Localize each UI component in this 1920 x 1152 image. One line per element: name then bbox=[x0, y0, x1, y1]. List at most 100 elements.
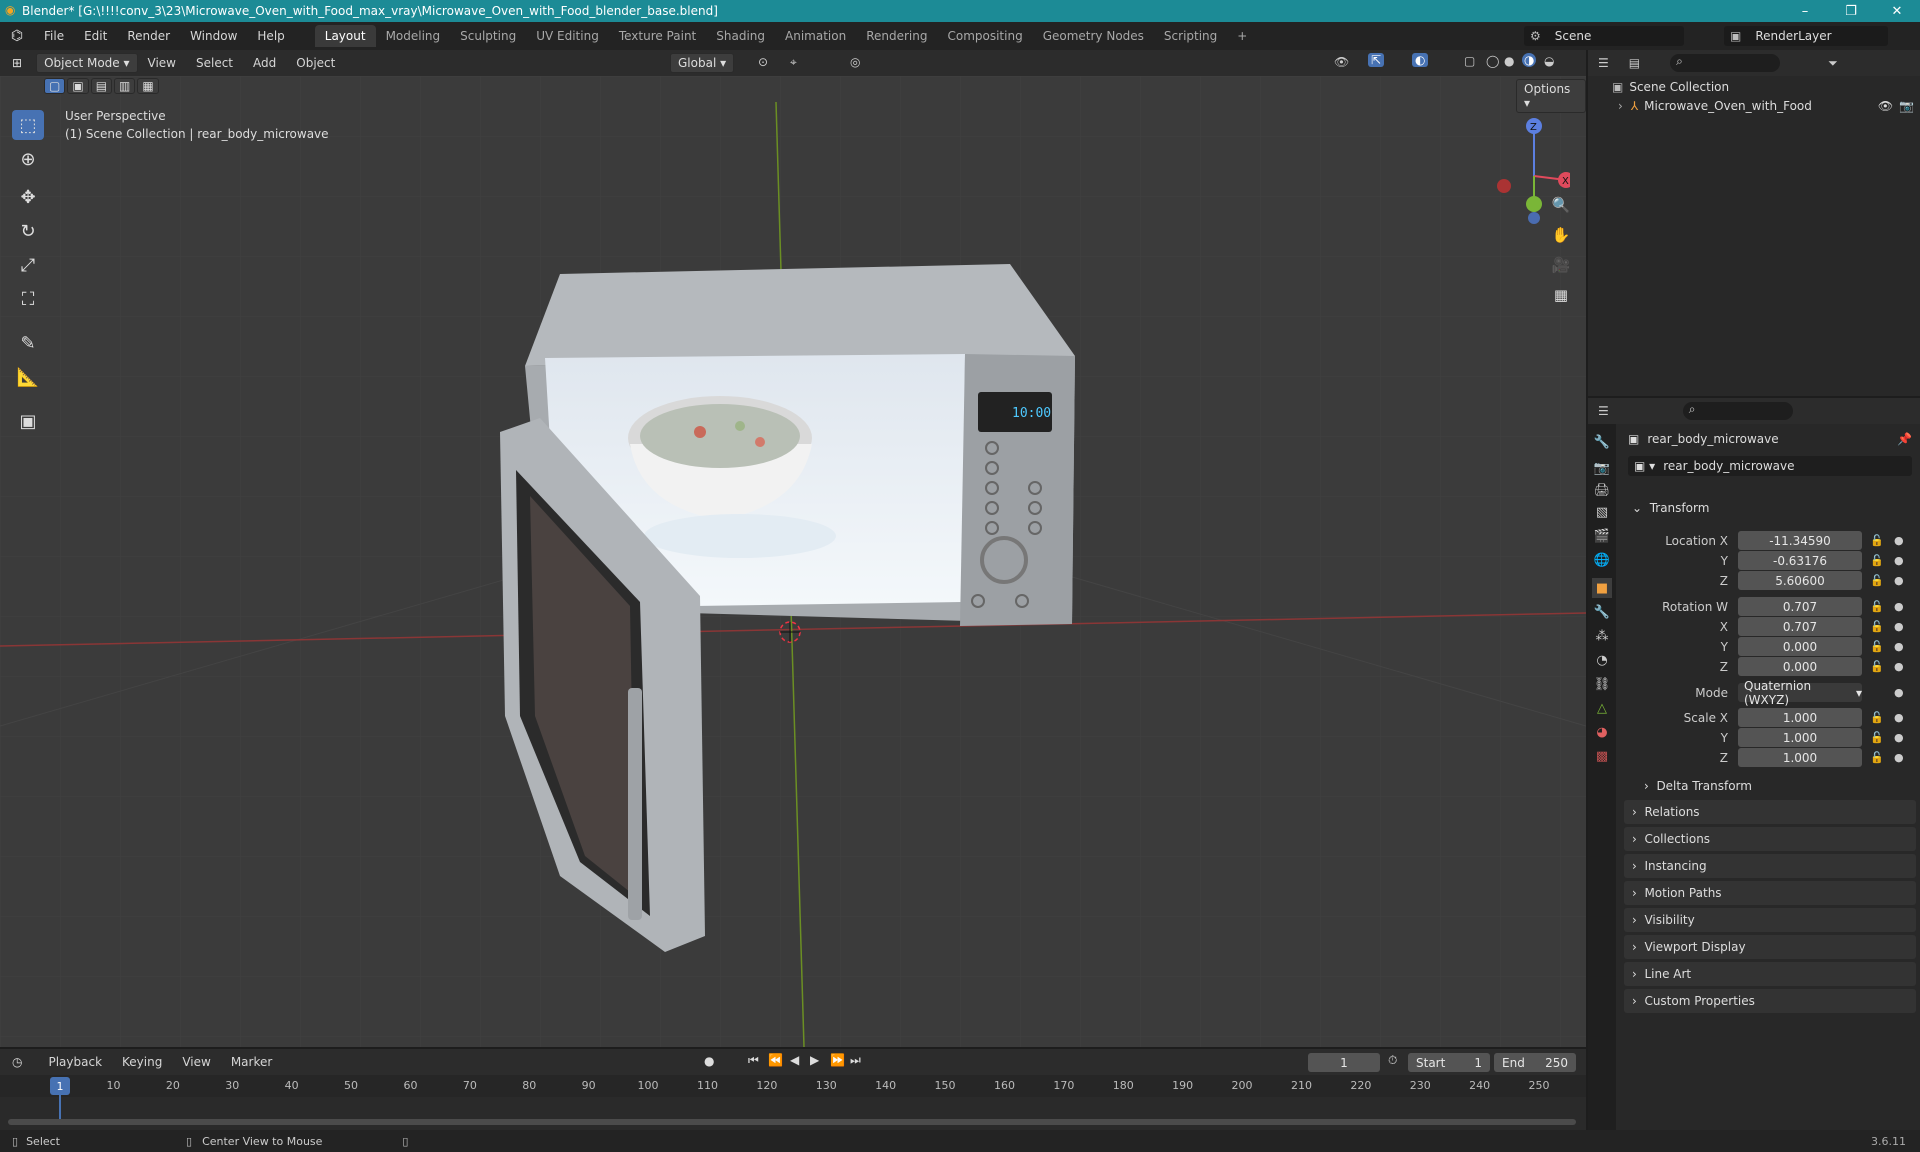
add-workspace-button[interactable]: + bbox=[1227, 25, 1257, 47]
solid-shading-icon[interactable]: ● bbox=[1504, 54, 1514, 68]
gizmo-neg-x-icon[interactable] bbox=[1497, 179, 1511, 193]
keyframe-dot-icon[interactable]: ● bbox=[1894, 534, 1904, 547]
render-layer-selector[interactable]: ▣ RenderLayer bbox=[1724, 26, 1888, 46]
viewport-display-section[interactable]: › Viewport Display bbox=[1624, 935, 1916, 959]
lock-icon[interactable]: 🔓 bbox=[1870, 640, 1884, 653]
keyframe-dot-icon[interactable]: ● bbox=[1894, 686, 1904, 699]
lock-icon[interactable]: 🔓 bbox=[1870, 574, 1884, 587]
outliner-editor-icon[interactable]: ☰ bbox=[1598, 56, 1609, 70]
start-frame-field[interactable]: Start 1 bbox=[1408, 1053, 1490, 1072]
minimize-button[interactable]: – bbox=[1782, 0, 1828, 22]
view-layer-tab-icon[interactable]: ▧ bbox=[1592, 502, 1612, 522]
timeline-menu-keying[interactable]: Keying bbox=[112, 1055, 172, 1069]
mode-selector[interactable]: Object Mode ▾ bbox=[36, 53, 138, 73]
collections-section[interactable]: › Collections bbox=[1624, 827, 1916, 851]
pan-hand-icon[interactable]: ✋ bbox=[1548, 222, 1574, 248]
select-invert-icon[interactable]: ▥ bbox=[114, 78, 136, 94]
render-camera-icon[interactable]: 📷 bbox=[1899, 99, 1914, 113]
ortho-toggle-icon[interactable]: ▦ bbox=[1548, 282, 1574, 308]
outliner-search-input[interactable]: ⌕ bbox=[1670, 54, 1781, 72]
menu-file[interactable]: File bbox=[34, 29, 74, 43]
viewport-menu-view[interactable]: View bbox=[138, 56, 186, 70]
gizmo-y-axis-icon[interactable] bbox=[1526, 196, 1542, 212]
object-tab-icon[interactable]: ■ bbox=[1592, 578, 1612, 598]
gizmo-toggle-icon[interactable]: ⇱ bbox=[1368, 53, 1385, 67]
timeline-menu-marker[interactable]: Marker bbox=[221, 1055, 282, 1069]
wireframe-shading-icon[interactable]: ◯ bbox=[1486, 54, 1499, 68]
transform-orientation-dropdown[interactable]: Global ▾ bbox=[670, 53, 735, 73]
tab-modeling[interactable]: Modeling bbox=[376, 25, 451, 47]
playhead-frame[interactable]: 1 bbox=[50, 1077, 70, 1095]
filter-icon[interactable]: ⏷ bbox=[1828, 56, 1838, 71]
lock-icon[interactable]: 🔓 bbox=[1870, 731, 1884, 744]
location-y-field[interactable]: -0.63176 bbox=[1738, 551, 1862, 570]
overlay-toggle-icon[interactable]: ◐ bbox=[1412, 53, 1429, 67]
gizmo-neg-z-icon[interactable] bbox=[1528, 212, 1540, 224]
select-box-tool-icon[interactable]: ⬚ bbox=[12, 110, 44, 140]
jump-start-icon[interactable]: ⏮ bbox=[748, 1053, 759, 1068]
options-button[interactable]: Options ▾ bbox=[1516, 79, 1586, 113]
render-tab-icon[interactable]: 📷 bbox=[1592, 458, 1612, 478]
jump-end-icon[interactable]: ⏭ bbox=[850, 1053, 861, 1068]
rendered-shading-icon[interactable]: ◒ bbox=[1544, 54, 1554, 68]
cursor-tool-icon[interactable]: ⊕ bbox=[12, 144, 44, 174]
timeline-menu-view[interactable]: View bbox=[172, 1055, 220, 1069]
display-mode-icon[interactable]: ▤ bbox=[1629, 56, 1640, 70]
hide-eye-icon[interactable]: 👁 bbox=[1878, 99, 1893, 113]
close-button[interactable]: ✕ bbox=[1874, 0, 1920, 22]
rotate-tool-icon[interactable]: ↻ bbox=[12, 216, 44, 246]
annotate-tool-icon[interactable]: ✎ bbox=[12, 328, 44, 358]
scale-tool-icon[interactable]: ⤢ bbox=[12, 250, 44, 280]
visibility-section[interactable]: › Visibility bbox=[1624, 908, 1916, 932]
lock-icon[interactable]: 🔓 bbox=[1870, 554, 1884, 567]
delta-transform-section[interactable]: › Delta Transform bbox=[1636, 774, 1916, 798]
location-x-field[interactable]: -11.34590 bbox=[1738, 531, 1862, 550]
play-icon[interactable]: ▶ bbox=[810, 1053, 819, 1067]
select-new-icon[interactable]: ▢ bbox=[44, 78, 66, 94]
add-cube-tool-icon[interactable]: ▣ bbox=[12, 406, 44, 436]
tab-geometry-nodes[interactable]: Geometry Nodes bbox=[1033, 25, 1154, 47]
transform-tool-icon[interactable]: ⛶ bbox=[12, 284, 44, 314]
tool-tab-icon[interactable]: 🔧 bbox=[1592, 432, 1612, 452]
record-icon[interactable]: ● bbox=[704, 1054, 714, 1068]
tab-sculpting[interactable]: Sculpting bbox=[450, 25, 526, 47]
physics-tab-icon[interactable]: ◔ bbox=[1592, 650, 1612, 670]
xray-icon[interactable]: ▢ bbox=[1464, 54, 1475, 68]
motion-paths-section[interactable]: › Motion Paths bbox=[1624, 881, 1916, 905]
keyframe-dot-icon[interactable]: ● bbox=[1894, 731, 1904, 744]
properties-editor-icon[interactable]: ☰ bbox=[1598, 404, 1609, 418]
restore-button[interactable]: ❐ bbox=[1828, 0, 1874, 22]
keyframe-dot-icon[interactable]: ● bbox=[1894, 711, 1904, 724]
location-z-field[interactable]: 5.60600 bbox=[1738, 571, 1862, 590]
material-tab-icon[interactable]: ◕ bbox=[1592, 722, 1612, 742]
rotation-z-field[interactable]: 0.000 bbox=[1738, 657, 1862, 676]
material-shading-icon[interactable]: ◑ bbox=[1522, 53, 1537, 67]
modifier-tab-icon[interactable]: 🔧 bbox=[1592, 602, 1612, 622]
proportional-edit-icon[interactable]: ◎ bbox=[850, 55, 860, 69]
keyframe-dot-icon[interactable]: ● bbox=[1894, 600, 1904, 613]
custom-properties-section[interactable]: › Custom Properties bbox=[1624, 989, 1916, 1013]
menu-render[interactable]: Render bbox=[117, 29, 180, 43]
lock-icon[interactable]: 🔓 bbox=[1870, 600, 1884, 613]
stopwatch-icon[interactable]: ⏱ bbox=[1388, 1053, 1397, 1068]
tab-compositing[interactable]: Compositing bbox=[937, 25, 1032, 47]
tab-texture-paint[interactable]: Texture Paint bbox=[609, 25, 706, 47]
scale-z-field[interactable]: 1.000 bbox=[1738, 748, 1862, 767]
scale-y-field[interactable]: 1.000 bbox=[1738, 728, 1862, 747]
editor-type-icon[interactable]: ⊞ bbox=[12, 56, 22, 70]
menu-help[interactable]: Help bbox=[247, 29, 294, 43]
3d-viewport[interactable]: 10:00 ▢ ▣ ▤ ▥ ▦ ⬚ ⊕ ✥ ↻ ⤢ ⛶ ✎ 📐 ▣ User P… bbox=[0, 76, 1586, 1047]
output-tab-icon[interactable]: 🖨 bbox=[1592, 480, 1612, 500]
viewport-menu-select[interactable]: Select bbox=[186, 56, 243, 70]
particles-tab-icon[interactable]: ⁂ bbox=[1592, 626, 1612, 646]
blender-menu-icon[interactable]: ⌬ bbox=[0, 28, 34, 44]
keyframe-dot-icon[interactable]: ● bbox=[1894, 620, 1904, 633]
tab-layout[interactable]: Layout bbox=[314, 25, 376, 47]
lock-icon[interactable]: 🔓 bbox=[1870, 751, 1884, 764]
pivot-icon[interactable]: ⊙ bbox=[758, 55, 768, 69]
scale-x-field[interactable]: 1.000 bbox=[1738, 708, 1862, 727]
current-frame-field[interactable]: 1 bbox=[1308, 1053, 1380, 1072]
lock-icon[interactable]: 🔓 bbox=[1870, 534, 1884, 547]
lock-icon[interactable]: 🔓 bbox=[1870, 711, 1884, 724]
tab-uv-editing[interactable]: UV Editing bbox=[526, 25, 609, 47]
